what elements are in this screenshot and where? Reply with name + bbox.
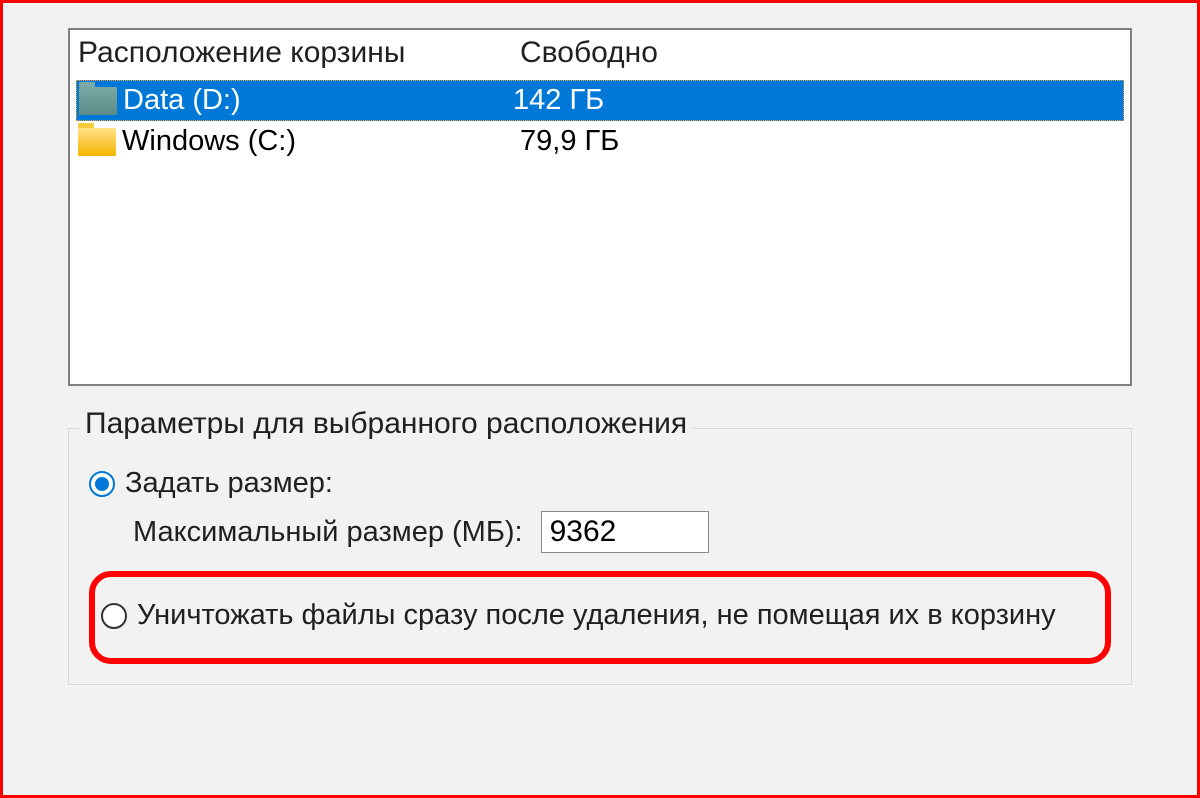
folder-icon: [78, 128, 116, 156]
drive-free-space: 79,9 ГБ: [520, 125, 1130, 158]
dialog-panel: Расположение корзины Свободно Data (D:) …: [0, 0, 1200, 798]
option-delete-immediately[interactable]: Уничтожать файлы сразу после удаления, н…: [101, 591, 1085, 639]
recycle-bin-locations-list[interactable]: Расположение корзины Свободно Data (D:) …: [68, 28, 1132, 386]
drive-label: Data (D:): [123, 84, 241, 117]
radio-icon[interactable]: [89, 471, 115, 497]
highlight-annotation: Уничтожать файлы сразу после удаления, н…: [89, 571, 1111, 663]
list-row-windows-c[interactable]: Windows (C:) 79,9 ГБ: [70, 121, 1130, 162]
header-location[interactable]: Расположение корзины: [78, 36, 520, 70]
settings-for-selected-location: Параметры для выбранного расположения За…: [68, 428, 1132, 685]
header-free[interactable]: Свободно: [520, 36, 1130, 70]
fieldset-legend: Параметры для выбранного расположения: [79, 407, 693, 441]
drive-label: Windows (C:): [122, 125, 296, 158]
delete-immediately-label: Уничтожать файлы сразу после удаления, н…: [137, 597, 1056, 633]
custom-size-label: Задать размер:: [125, 465, 333, 501]
list-header: Расположение корзины Свободно: [70, 30, 1130, 80]
folder-icon: [79, 87, 117, 115]
list-row-data-d[interactable]: Data (D:) 142 ГБ: [76, 80, 1124, 121]
max-size-row: Максимальный размер (МБ):: [89, 511, 1111, 553]
drive-free-space: 142 ГБ: [513, 84, 1123, 117]
option-custom-size[interactable]: Задать размер:: [89, 459, 1111, 507]
max-size-input[interactable]: [541, 511, 709, 553]
radio-icon[interactable]: [101, 603, 127, 629]
max-size-label: Максимальный размер (МБ):: [133, 514, 523, 550]
